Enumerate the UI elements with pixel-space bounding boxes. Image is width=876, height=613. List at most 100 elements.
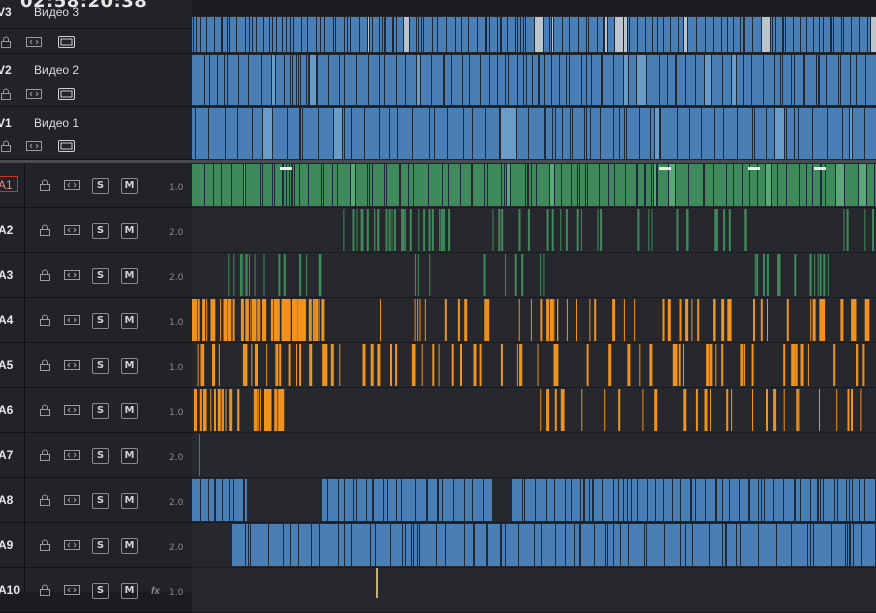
clip[interactable] (661, 108, 677, 159)
clip[interactable] (315, 299, 319, 341)
clip-edge[interactable] (368, 55, 369, 105)
clip[interactable] (766, 389, 768, 431)
clip[interactable] (867, 164, 874, 206)
clip[interactable] (285, 55, 290, 105)
clip-edge[interactable] (248, 479, 249, 521)
clip-edge[interactable] (714, 108, 715, 159)
clip[interactable] (414, 524, 417, 566)
clip[interactable] (820, 17, 823, 52)
clip[interactable] (401, 164, 408, 206)
clip[interactable] (356, 209, 358, 251)
clip-edge[interactable] (592, 479, 593, 521)
clip[interactable] (678, 344, 681, 386)
clip[interactable] (758, 164, 765, 206)
clip[interactable] (412, 524, 413, 566)
clip[interactable] (269, 524, 283, 566)
clip[interactable] (763, 254, 765, 296)
clip[interactable] (306, 254, 308, 296)
clip[interactable] (273, 108, 287, 159)
clip[interactable] (287, 17, 290, 52)
clip[interactable] (565, 209, 568, 251)
clip[interactable] (687, 209, 689, 251)
clip-edge[interactable] (709, 524, 710, 566)
clip[interactable] (391, 524, 402, 566)
clip[interactable] (232, 299, 235, 341)
clip[interactable] (233, 254, 235, 296)
audio-lane-a7[interactable] (192, 433, 876, 477)
clip-edge[interactable] (347, 17, 348, 52)
clip-edge[interactable] (696, 17, 697, 52)
clip-edge[interactable] (623, 55, 624, 105)
clip[interactable] (269, 389, 272, 431)
clip[interactable] (283, 17, 286, 52)
clip-edge[interactable] (619, 108, 620, 159)
clip[interactable] (525, 479, 535, 521)
clip-edge[interactable] (356, 479, 357, 521)
clip[interactable] (448, 108, 463, 159)
clip-edge[interactable] (555, 524, 556, 566)
clip-edge[interactable] (866, 164, 867, 206)
clip-edge[interactable] (523, 55, 524, 105)
clip[interactable] (727, 164, 733, 206)
clip[interactable] (542, 524, 555, 566)
clip[interactable] (345, 108, 351, 159)
clip[interactable] (552, 55, 559, 105)
clip-edge[interactable] (733, 164, 734, 206)
clip[interactable] (291, 524, 298, 566)
clip[interactable] (351, 164, 355, 206)
clip-edge[interactable] (725, 524, 726, 566)
clip-edge[interactable] (276, 17, 277, 52)
clip[interactable] (433, 17, 437, 52)
clip[interactable] (777, 524, 791, 566)
clip-edge[interactable] (675, 164, 676, 206)
keyframe-marker[interactable] (659, 167, 671, 170)
clip-edge[interactable] (672, 479, 673, 521)
clip[interactable] (239, 254, 242, 296)
clip[interactable] (590, 479, 592, 521)
clip[interactable] (440, 209, 443, 251)
clip[interactable] (438, 344, 440, 386)
clip[interactable] (625, 108, 626, 159)
clip-edge[interactable] (525, 17, 526, 52)
clip-edge[interactable] (461, 17, 462, 52)
clip-edge[interactable] (337, 164, 338, 206)
lock-icon[interactable] (39, 179, 51, 191)
clip-edge[interactable] (618, 479, 619, 521)
clip-edge[interactable] (311, 524, 312, 566)
clip[interactable] (492, 209, 494, 251)
clip[interactable] (655, 108, 659, 159)
clip[interactable] (651, 108, 654, 159)
clip[interactable] (686, 524, 692, 566)
clip-edge[interactable] (534, 524, 535, 566)
clip[interactable] (535, 17, 543, 52)
clip[interactable] (554, 389, 557, 431)
clip[interactable] (194, 17, 196, 52)
clip[interactable] (437, 524, 445, 566)
clip[interactable] (296, 344, 297, 386)
clip-edge[interactable] (786, 108, 787, 159)
clip[interactable] (668, 55, 675, 105)
clip[interactable] (302, 17, 307, 52)
clip[interactable] (521, 254, 524, 296)
clip[interactable] (322, 164, 323, 206)
clip[interactable] (537, 164, 549, 206)
clip[interactable] (817, 254, 819, 296)
clip[interactable] (600, 209, 603, 251)
clip[interactable] (345, 17, 347, 52)
clip-edge[interactable] (752, 108, 753, 159)
clip-edge[interactable] (302, 108, 303, 159)
clip-edge[interactable] (208, 108, 209, 159)
clip[interactable] (615, 17, 623, 52)
clip[interactable] (529, 164, 531, 206)
clip-edge[interactable] (585, 164, 586, 206)
clip-edge[interactable] (517, 17, 518, 52)
clip[interactable] (784, 479, 794, 521)
clip-edge[interactable] (655, 479, 656, 521)
clip[interactable] (473, 108, 485, 159)
audio-lane-a6[interactable] (192, 388, 876, 432)
clip-edge[interactable] (293, 17, 294, 52)
clip[interactable] (413, 108, 429, 159)
clip[interactable] (546, 108, 552, 159)
clip[interactable] (544, 17, 549, 52)
clip[interactable] (322, 479, 327, 521)
